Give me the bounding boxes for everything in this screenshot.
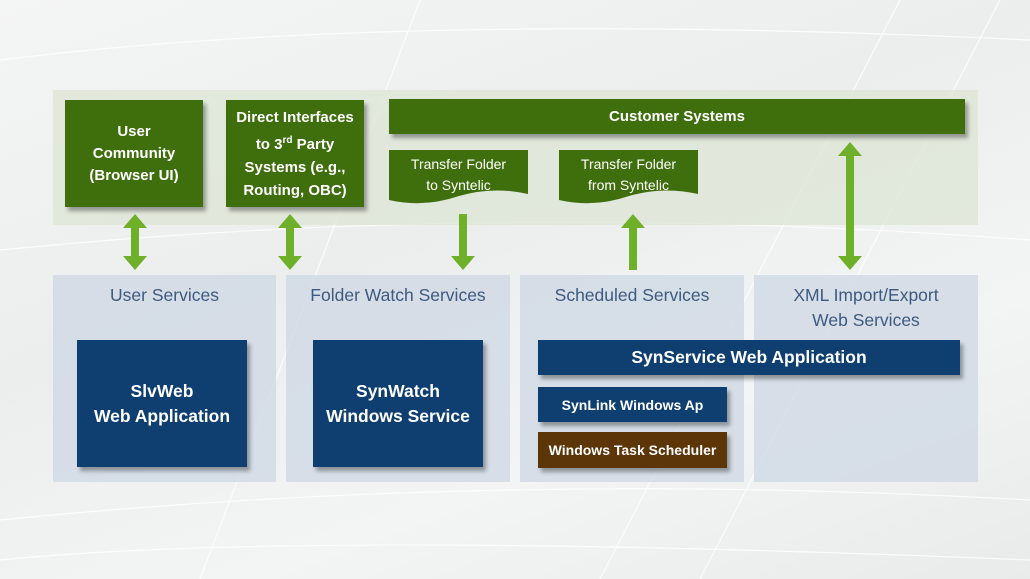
synwatch-box: SynWatch Windows Service: [313, 340, 483, 467]
transfer-folder-from-syntelic: Transfer Folder from Syntelic: [559, 150, 698, 208]
down-arrow-icon: [451, 214, 475, 270]
direct-interfaces-box: Direct Interfaces to 3rd Party Systems (…: [226, 100, 364, 207]
synlink-box: SynLink Windows Ap: [538, 387, 727, 422]
scheduled-services-title: Scheduled Services: [554, 285, 710, 305]
xml-web-services-title: XML Import/Export Web Services: [793, 285, 939, 330]
bidirectional-arrow-icon: [278, 214, 302, 270]
customer-systems-box: Customer Systems: [389, 99, 965, 134]
folder-watch-services-title: Folder Watch Services: [310, 285, 486, 305]
synservice-box: SynService Web Application: [538, 340, 960, 375]
bidirectional-arrow-icon: [838, 142, 862, 270]
user-community-box: User Community (Browser UI): [65, 100, 203, 207]
user-community-label: User Community (Browser UI): [89, 122, 179, 184]
direct-interfaces-label: Direct Interfaces to 3rd Party Systems (…: [236, 108, 354, 199]
slvweb-box: SlvWeb Web Application: [77, 340, 247, 467]
windows-task-scheduler-box: Windows Task Scheduler: [538, 432, 727, 468]
up-arrow-icon: [621, 214, 645, 270]
bidirectional-arrow-icon: [123, 214, 147, 270]
transfer-folder-to-syntelic: Transfer Folder to Syntelic: [389, 150, 528, 208]
customer-systems-label: Customer Systems: [609, 108, 745, 125]
user-services-title: User Services: [110, 285, 219, 305]
xml-web-services-column: XML Import/Export Web Services: [754, 275, 978, 482]
